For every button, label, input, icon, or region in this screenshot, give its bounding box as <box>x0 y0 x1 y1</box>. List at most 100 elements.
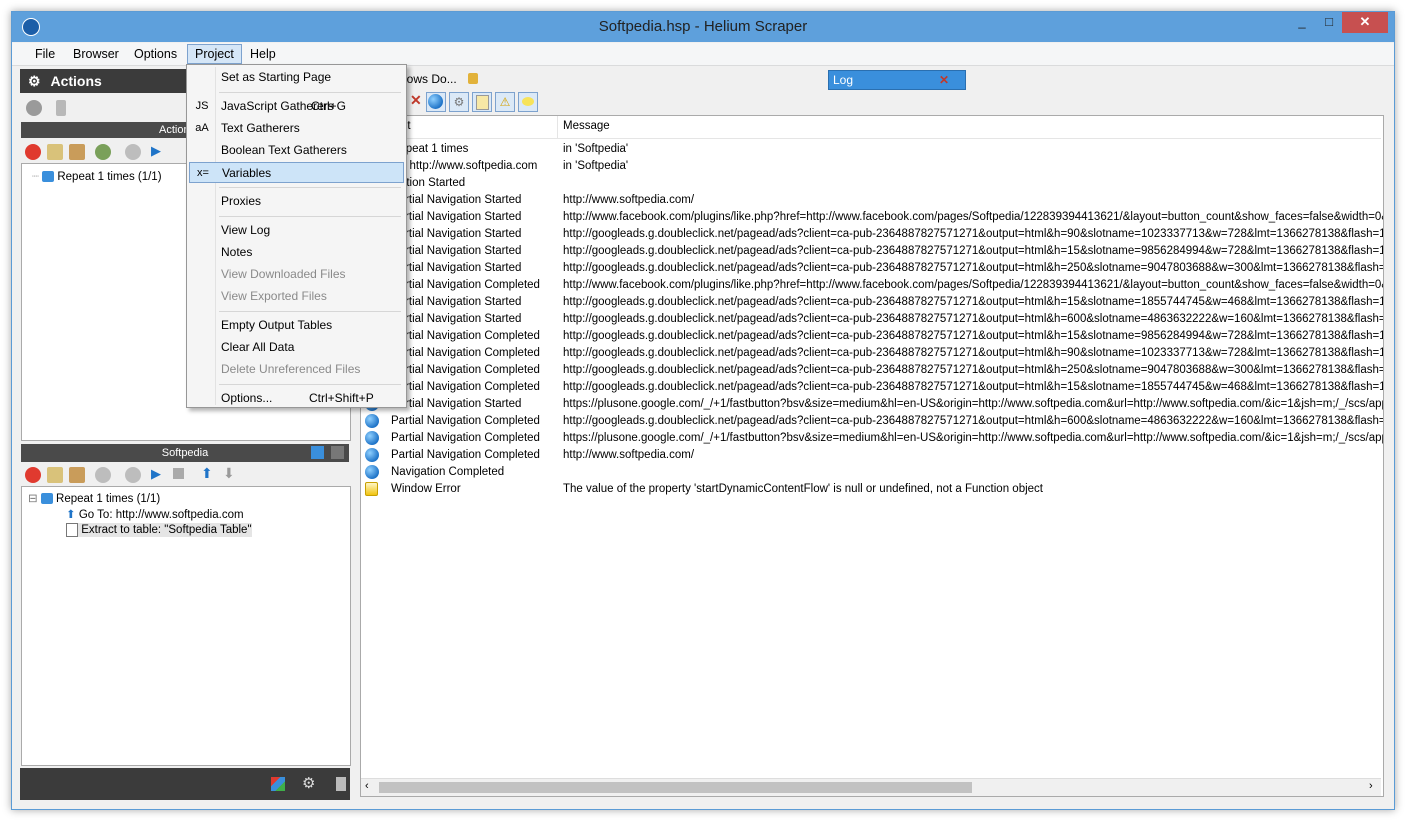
log-event: Partial Navigation Started <box>391 398 522 410</box>
menu-item-javascript-gatherers[interactable]: JS JavaScript Gatherers Ctrl+G <box>189 96 404 117</box>
menu-item-text-gatherers[interactable]: aA Text Gatherers <box>189 118 404 139</box>
copy-icon[interactable] <box>47 144 63 160</box>
log-row[interactable]: Partial Navigation Completed http://googl… <box>361 379 1383 396</box>
menu-project[interactable]: Project <box>187 44 242 64</box>
menu-item-proxies[interactable]: Proxies <box>189 191 404 212</box>
log-message: http://googleads.g.doubleclick.net/pagea… <box>563 347 1384 359</box>
log-row[interactable]: Partial Navigation Started http://googlea… <box>361 243 1383 260</box>
menu-item-label: Set as Starting Page <box>221 70 332 84</box>
clear-log-icon[interactable]: ✕ <box>410 92 422 109</box>
log-row[interactable]: Partial Navigation Completed http://googl… <box>361 413 1383 430</box>
log-row[interactable]: Partial Navigation Completed http://www.s… <box>361 447 1381 464</box>
log-message: The value of the property 'startDynamicC… <box>563 483 1043 495</box>
scroll-left-icon[interactable]: ‹ <box>365 780 369 792</box>
scroll-right-icon[interactable]: › <box>1369 780 1373 792</box>
menu-item-options[interactable]: Options... Ctrl+Shift+P <box>189 388 404 409</box>
gear-icon[interactable] <box>125 467 141 483</box>
menu-item-boolean-text-gatherers[interactable]: Boolean Text Gatherers <box>189 140 404 161</box>
settings-icon[interactable] <box>26 100 42 116</box>
gear-icon: ⚙ <box>28 73 41 89</box>
menu-item-delete-unreferenced-files[interactable]: Delete Unreferenced Files <box>189 359 404 380</box>
log-row[interactable]: To: http://www.softpedia.com in 'Softpedi… <box>361 158 1381 175</box>
table-icon <box>66 523 78 537</box>
menu-item-view-downloaded-files[interactable]: View Downloaded Files <box>189 264 404 285</box>
log-row[interactable]: Partial Navigation Started http://googlea… <box>361 260 1383 277</box>
message-filter-button[interactable] <box>518 92 538 112</box>
tab-log[interactable]: Log ✕ <box>828 70 966 90</box>
add-action-icon[interactable] <box>95 467 111 483</box>
tree-item[interactable]: ⊟ Repeat 1 times (1/1) <box>28 491 160 505</box>
layout-icon[interactable] <box>336 777 346 791</box>
menu-item-label: Delete Unreferenced Files <box>221 362 361 376</box>
column-message[interactable]: Message <box>563 120 610 132</box>
menu-browser[interactable]: Browser <box>66 45 126 63</box>
maximize-button[interactable]: □ <box>1315 12 1343 33</box>
log-event: Partial Navigation Completed <box>391 364 540 376</box>
stop-icon[interactable] <box>173 468 184 479</box>
log-row[interactable]: Partial Navigation Completed http://googl… <box>361 362 1383 379</box>
minimize-button[interactable]: _ <box>1288 12 1316 33</box>
delete-icon[interactable] <box>25 467 41 483</box>
scroll-thumb[interactable] <box>379 782 972 793</box>
log-row[interactable]: Repeat 1 times in 'Softpedia' <box>361 141 1381 158</box>
globe-filter-button[interactable] <box>426 92 446 112</box>
menu-item-set-as-starting-page[interactable]: Set as Starting Page <box>189 67 404 88</box>
log-row[interactable]: Partial Navigation Started http://www.fac… <box>361 209 1383 226</box>
copy-icon[interactable] <box>47 467 63 483</box>
menu-file[interactable]: File <box>28 45 62 63</box>
menu-item-clear-all-data[interactable]: Clear All Data <box>189 337 404 358</box>
close-button[interactable]: ✕ <box>1342 12 1388 33</box>
horizontal-scrollbar[interactable]: ‹ › <box>361 778 1381 796</box>
warning-filter-button[interactable]: ⚠ <box>495 92 515 112</box>
paste-icon[interactable] <box>69 144 85 160</box>
paste-icon[interactable] <box>69 467 85 483</box>
log-event: Partial Navigation Completed <box>391 347 540 359</box>
log-row[interactable]: Window Error The value of the property 's… <box>361 481 1381 498</box>
play-icon[interactable]: ▶ <box>151 143 161 159</box>
log-row[interactable]: Partial Navigation Started http://googlea… <box>361 311 1383 328</box>
log-message: https://plusone.google.com/_/+1/fastbutt… <box>563 398 1384 410</box>
menu-item-label: Notes <box>221 245 253 259</box>
log-event: Navigation Completed <box>391 466 505 478</box>
log-row[interactable]: Partial Navigation Started http://www.sof… <box>361 192 1381 209</box>
delete-icon[interactable] <box>25 144 41 160</box>
gear-icon[interactable] <box>125 144 141 160</box>
title-bar[interactable]: Softpedia.hsp - Helium Scraper _ □ ✕ <box>12 12 1394 42</box>
menu-item-view-exported-files[interactable]: View Exported Files <box>189 286 404 307</box>
close-tab-icon[interactable]: ✕ <box>939 71 949 89</box>
log-row[interactable]: Navigation Completed <box>361 464 1381 481</box>
add-action-icon[interactable] <box>95 144 111 160</box>
menu-item-variables[interactable]: x= Variables <box>189 162 404 183</box>
log-message: https://plusone.google.com/_/+1/fastbutt… <box>563 432 1384 444</box>
menu-item-empty-output-tables[interactable]: Empty Output Tables <box>189 315 404 336</box>
menu-item-view-log[interactable]: View Log <box>189 220 404 241</box>
log-row[interactable]: igation Started <box>361 175 1381 192</box>
gear-icon[interactable]: ⚙ <box>302 774 315 792</box>
gear-filter-button[interactable]: ⚙ <box>449 92 469 112</box>
menu-item-notes[interactable]: Notes <box>189 242 404 263</box>
log-row[interactable]: Partial Navigation Completed http://googl… <box>361 345 1384 362</box>
move-up-icon[interactable]: ⬆ <box>201 465 213 482</box>
log-row[interactable]: Partial Navigation Started http://googlea… <box>361 226 1383 243</box>
play-icon[interactable]: ▶ <box>151 466 161 482</box>
tree-item-label: Repeat 1 times (1/1) <box>57 171 162 183</box>
script-warning-filter-button[interactable] <box>472 92 492 112</box>
play-icon[interactable] <box>311 446 324 459</box>
log-row[interactable]: Partial Navigation Completed http://googl… <box>361 328 1383 345</box>
menu-options[interactable]: Options <box>127 45 184 63</box>
log-row[interactable]: Partial Navigation Started https://pluson… <box>361 396 1384 413</box>
layout-icon[interactable] <box>56 100 66 116</box>
log-row[interactable]: Partial Navigation Completed http://www.f… <box>361 277 1383 294</box>
menu-help[interactable]: Help <box>243 45 283 63</box>
softpedia-toolbar: ▶ ⬆ ⬇ <box>21 464 349 486</box>
log-row[interactable]: Partial Navigation Completed https://plus… <box>361 430 1384 447</box>
cubes-icon[interactable] <box>271 777 285 791</box>
tree-item[interactable]: ┈ Repeat 1 times (1/1) <box>32 169 162 183</box>
move-down-icon[interactable]: ⬇ <box>223 465 235 482</box>
log-event: Partial Navigation Completed <box>391 415 540 427</box>
stop-icon[interactable] <box>331 446 344 459</box>
log-row[interactable]: Partial Navigation Started http://googlea… <box>361 294 1383 311</box>
menu-item-icon: aA <box>195 122 209 134</box>
tree-item[interactable]: ⬆ Go To: http://www.softpedia.com <box>66 507 244 521</box>
tree-item[interactable]: Extract to table: "Softpedia Table" <box>66 523 252 537</box>
